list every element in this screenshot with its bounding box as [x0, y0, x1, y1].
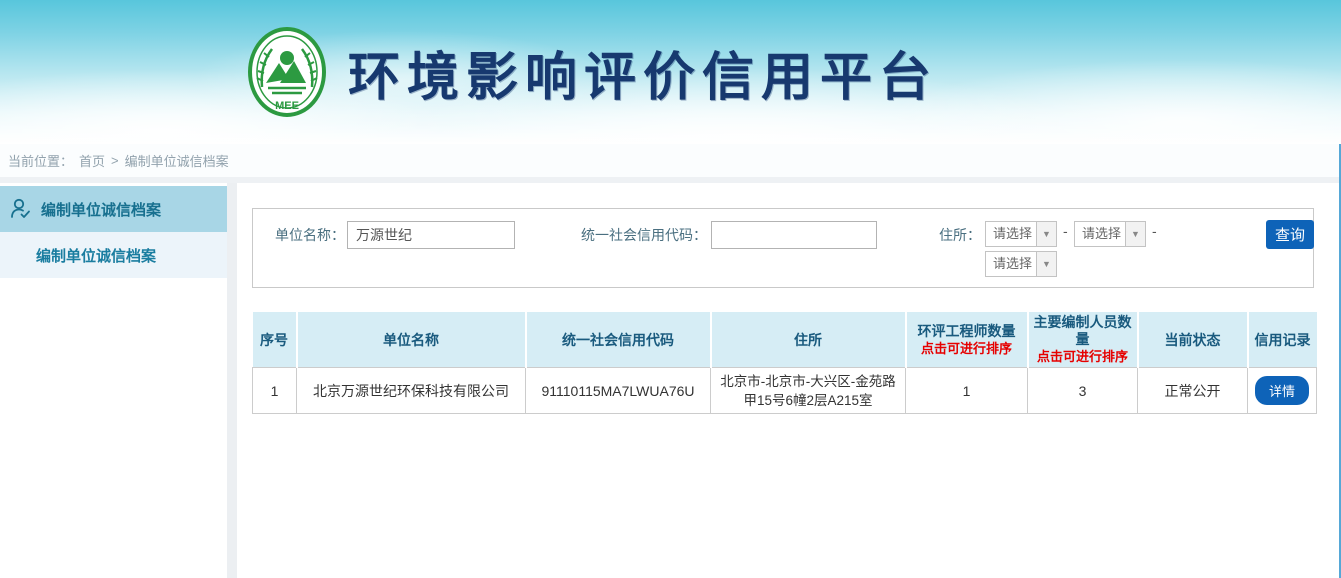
- row-index: 1: [253, 368, 297, 414]
- dash-separator: -: [1063, 223, 1068, 239]
- header-engineer-count-sortable[interactable]: 环评工程师数量 点击可进行排序: [906, 312, 1028, 368]
- page: MEE 环境影响评价信用平台 当前位置： 首页 > 编制单位诚信档案 编制单位诚…: [0, 0, 1341, 578]
- results-table: 序号 单位名称 统一社会信用代码 住所 环评工程师数量 点击可进行排序 主要编制…: [252, 312, 1317, 414]
- staff-count-title: 主要编制人员数量: [1031, 314, 1135, 348]
- address-district-select[interactable]: 请选择 ▼: [985, 251, 1057, 277]
- site-title: 环境影响评价信用平台: [348, 35, 938, 110]
- address-province-select[interactable]: 请选择 ▼: [985, 221, 1057, 247]
- query-button[interactable]: 查询: [1266, 220, 1314, 249]
- district-select-value: 请选择: [993, 252, 1032, 276]
- province-select-value: 请选择: [993, 222, 1032, 246]
- header-unit-name: 单位名称: [297, 312, 526, 368]
- address-value: 北京市-北京市-大兴区-金苑路 甲15号6幢2层A215室: [711, 368, 906, 414]
- breadcrumb: 当前位置： 首页 > 编制单位诚信档案: [0, 144, 1341, 177]
- breadcrumb-label: 当前位置：: [8, 151, 73, 170]
- unit-name-label: 单位名称：: [263, 221, 345, 249]
- mee-logo-icon: MEE: [246, 25, 328, 119]
- address-line-1: 北京市-北京市-大兴区-金苑路: [713, 372, 903, 391]
- chevron-down-icon: ▼: [1036, 252, 1056, 276]
- header-staff-count-sortable[interactable]: 主要编制人员数量 点击可进行排序: [1028, 312, 1138, 368]
- credit-code-input[interactable]: [711, 221, 877, 249]
- engineer-count-link[interactable]: 1: [906, 368, 1028, 414]
- search-form: 单位名称： 统一社会信用代码： 住所： 请选择 ▼ - 请选择 ▼ - 请选择 …: [252, 208, 1314, 288]
- header-banner: MEE 环境影响评价信用平台: [0, 0, 1341, 144]
- svg-text:MEE: MEE: [275, 100, 299, 112]
- header-credit-record: 信用记录: [1248, 312, 1317, 368]
- engineer-count-title: 环评工程师数量: [909, 323, 1025, 340]
- credit-code-value: 91110115MA7LWUA76U: [526, 368, 711, 414]
- unit-name-input[interactable]: [347, 221, 515, 249]
- dash-separator: -: [1152, 223, 1157, 239]
- sort-hint: 点击可进行排序: [909, 340, 1025, 357]
- table-row: 1 北京万源世纪环保科技有限公司 91110115MA7LWUA76U 北京市-…: [253, 368, 1317, 414]
- chevron-down-icon: ▼: [1125, 222, 1145, 246]
- detail-button[interactable]: 详情: [1255, 376, 1309, 405]
- sidebar-main-divider: [227, 183, 237, 578]
- credit-code-label: 统一社会信用代码：: [569, 221, 707, 249]
- chevron-down-icon: ▼: [1036, 222, 1056, 246]
- header-credit-code: 统一社会信用代码: [526, 312, 711, 368]
- sidebar-item-label: 编制单位诚信档案: [41, 199, 161, 220]
- header-address: 住所: [711, 312, 906, 368]
- user-check-icon: [9, 197, 33, 221]
- header-index: 序号: [253, 312, 297, 368]
- sidebar-item-credit-archive[interactable]: 编制单位诚信档案: [0, 186, 227, 232]
- company-name-link[interactable]: 北京万源世纪环保科技有限公司: [297, 368, 526, 414]
- breadcrumb-home-link[interactable]: 首页: [79, 151, 105, 170]
- city-select-value: 请选择: [1082, 222, 1121, 246]
- sidebar-subitem-credit-archive[interactable]: 编制单位诚信档案: [0, 232, 227, 278]
- sidebar-subitem-label: 编制单位诚信档案: [36, 245, 156, 266]
- breadcrumb-current: 编制单位诚信档案: [125, 151, 229, 170]
- address-line-2: 甲15号6幢2层A215室: [713, 391, 903, 410]
- staff-count-link[interactable]: 3: [1028, 368, 1138, 414]
- credit-record-cell: 详情: [1248, 368, 1317, 414]
- address-label: 住所：: [891, 221, 981, 249]
- sidebar: 编制单位诚信档案 编制单位诚信档案: [0, 183, 227, 578]
- sort-hint: 点击可进行排序: [1031, 348, 1135, 365]
- address-city-select[interactable]: 请选择 ▼: [1074, 221, 1146, 247]
- header-status: 当前状态: [1138, 312, 1248, 368]
- breadcrumb-separator: >: [111, 153, 119, 168]
- table-header-row: 序号 单位名称 统一社会信用代码 住所 环评工程师数量 点击可进行排序 主要编制…: [253, 312, 1317, 368]
- status-value: 正常公开: [1138, 368, 1248, 414]
